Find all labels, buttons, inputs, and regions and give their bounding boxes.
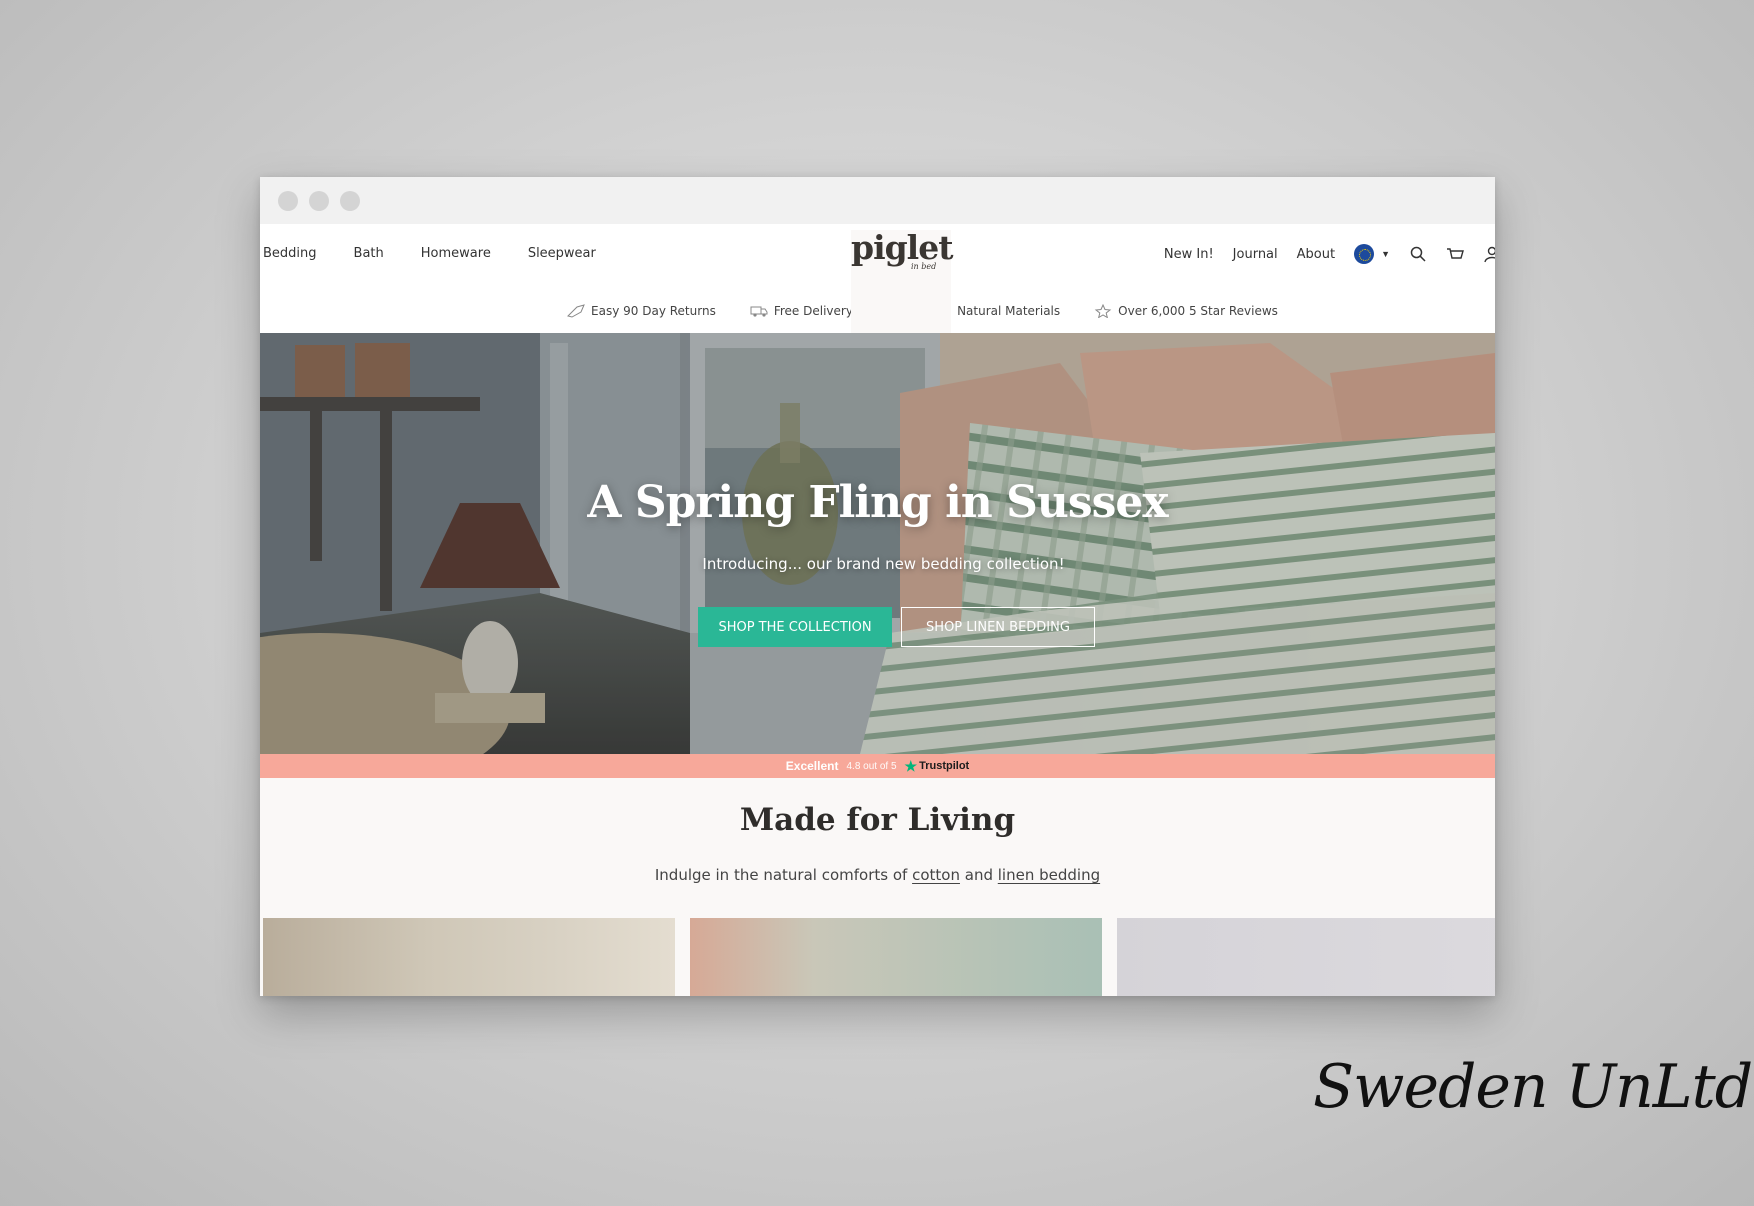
delivery-icon [750,306,768,317]
eu-flag-icon [1354,244,1375,264]
browser-window: Bedding Bath Homeware Sleepwear piglet i… [260,177,1495,996]
usp-returns-label: Easy 90 Day Returns [591,304,716,318]
trustpilot-brand: Trustpilot [919,760,970,772]
intro-and: and [964,866,993,884]
hero-image [260,333,1495,754]
hero-banner: A Spring Fling in Sussex Introducing... … [260,333,1495,754]
hero-subtitle: Introducing... our brand new bedding col… [702,555,1065,573]
window-minimize-dot[interactable] [309,190,329,211]
trustpilot-rating-word: Excellent [785,759,839,773]
nav-journal[interactable]: Journal [1233,247,1278,262]
category-card[interactable] [1117,918,1495,996]
nav-homeware[interactable]: Homeware [421,246,491,261]
category-cards [263,918,1495,996]
star-icon [1094,304,1112,318]
category-card[interactable] [690,918,1102,996]
account-icon[interactable] [1483,245,1495,263]
primary-nav: Bedding Bath Homeware Sleepwear [263,246,596,261]
nav-sleepwear[interactable]: Sleepwear [528,246,596,261]
trustpilot-logo: ★ Trustpilot [905,758,970,775]
trustpilot-score: 4.8 out of 5 [846,760,897,772]
section-title: Made for Living [739,802,1016,838]
watermark-signature: Sweden UnLtd [1313,1052,1753,1122]
window-close-dot[interactable] [278,190,298,211]
hero-title: A Spring Fling in Sussex [587,477,1168,528]
shop-collection-button[interactable]: SHOP THE COLLECTION [698,607,892,647]
shop-linen-bedding-button[interactable]: SHOP LINEN BEDDING [901,607,1095,647]
basket-icon[interactable] [1446,245,1464,263]
caret-down-icon: ▼ [1381,249,1390,259]
region-selector[interactable]: ▼ [1354,244,1390,264]
cotton-link[interactable]: cotton [912,866,960,884]
usp-reviews: Over 6,000 5 Star Reviews [1094,304,1278,318]
search-icon[interactable] [1409,245,1427,263]
linen-bedding-link[interactable]: linen bedding [998,866,1100,884]
category-card[interactable] [263,918,675,996]
intro-prefix: Indulge in the natural comforts of [654,866,908,884]
nav-about[interactable]: About [1297,247,1335,262]
made-for-living-section: Made for Living Indulge in the natural c… [260,778,1495,996]
secondary-nav: New In! Journal About ▼ [1164,244,1495,264]
section-intro: Indulge in the natural comforts of cotto… [260,866,1495,884]
usp-materials: Natural Materials [933,304,1060,318]
nav-bath[interactable]: Bath [354,246,384,261]
usp-materials-label: Natural Materials [957,304,1061,318]
usp-returns: Easy 90 Day Returns [567,304,716,318]
nav-bedding[interactable]: Bedding [263,246,317,261]
window-chrome [260,177,1495,224]
window-maximize-dot[interactable] [340,190,360,211]
returns-icon [567,304,585,318]
trustpilot-bar[interactable]: Excellent 4.8 out of 5 ★ Trustpilot [260,754,1495,778]
logo-subtext: in bed [911,262,937,271]
trustpilot-star-icon: ★ [904,757,918,774]
nav-new-in[interactable]: New In! [1164,247,1214,262]
usp-reviews-label: Over 6,000 5 Star Reviews [1118,304,1278,318]
site-header: Bedding Bath Homeware Sleepwear piglet i… [260,224,1495,450]
